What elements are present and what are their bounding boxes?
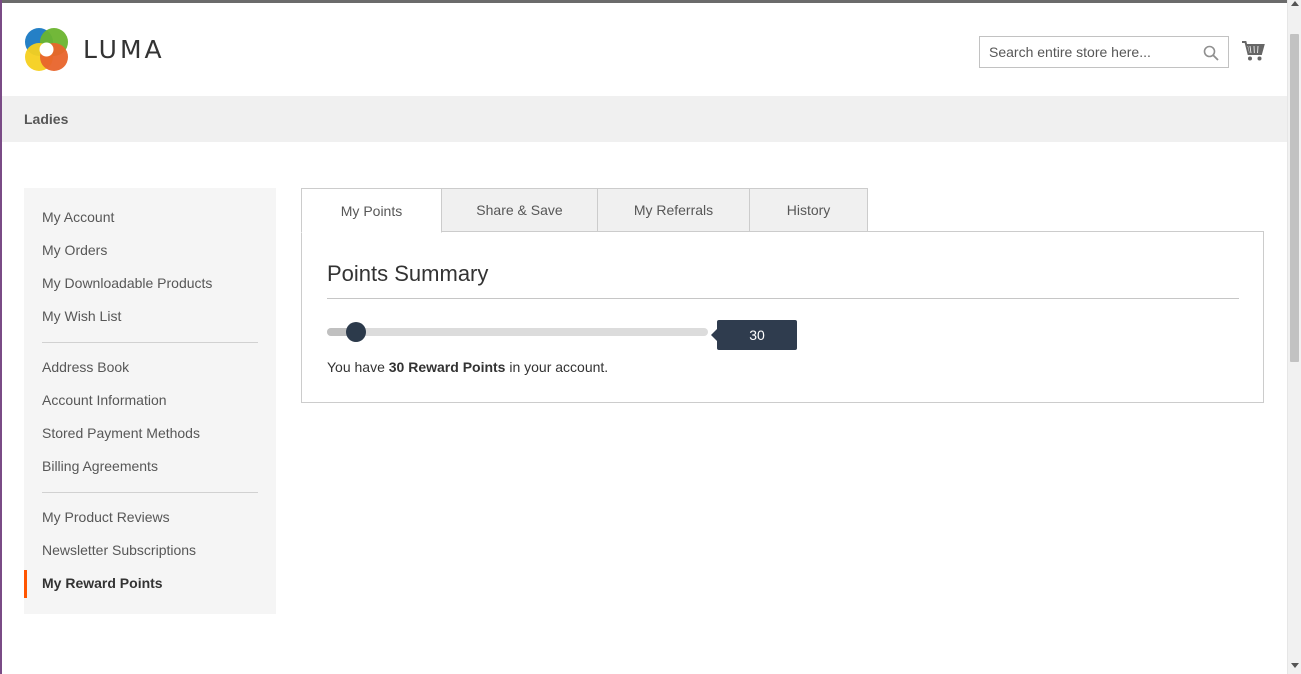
sidebar-item-my-orders[interactable]: My Orders bbox=[42, 242, 107, 258]
sidebar-item-wish-list[interactable]: My Wish List bbox=[42, 308, 121, 324]
points-summary-title: Points Summary bbox=[327, 261, 489, 286]
sidebar-item-stored-payment-methods[interactable]: Stored Payment Methods bbox=[42, 425, 200, 441]
points-slider-track[interactable] bbox=[327, 328, 708, 336]
tab-my-referrals[interactable]: My Referrals bbox=[597, 188, 750, 232]
search-icon[interactable] bbox=[1203, 45, 1219, 61]
sidebar-item-address-book[interactable]: Address Book bbox=[42, 359, 129, 375]
title-divider bbox=[327, 298, 1239, 299]
points-slider-handle[interactable] bbox=[346, 322, 366, 342]
points-amount: 30 Reward Points bbox=[388, 359, 506, 375]
search-box[interactable] bbox=[979, 36, 1229, 68]
sidebar-active-indicator bbox=[24, 570, 27, 598]
points-text-suffix: in your account. bbox=[505, 359, 609, 375]
sidebar-item-product-reviews[interactable]: My Product Reviews bbox=[42, 509, 170, 525]
search-input[interactable] bbox=[980, 37, 1190, 67]
brand-name: LUMA bbox=[83, 35, 165, 64]
sidebar-item-newsletter-subscriptions[interactable]: Newsletter Subscriptions bbox=[42, 542, 196, 558]
luma-logo-icon bbox=[24, 27, 69, 72]
points-balance-text: You have 30 Reward Points in your accoun… bbox=[327, 359, 608, 375]
scroll-up-arrow-icon[interactable] bbox=[1291, 1, 1299, 6]
store-logo[interactable]: LUMA bbox=[24, 27, 165, 72]
nav-item-ladies[interactable]: Ladies bbox=[24, 111, 68, 127]
points-value-bubble: 30 bbox=[711, 320, 797, 350]
cart-icon[interactable] bbox=[1241, 40, 1265, 62]
tab-my-points[interactable]: My Points bbox=[301, 188, 442, 233]
top-navigation: Ladies bbox=[2, 96, 1287, 142]
sidebar-item-billing-agreements[interactable]: Billing Agreements bbox=[42, 458, 158, 474]
page-scrollbar[interactable] bbox=[1287, 0, 1301, 674]
page-header: LUMA bbox=[2, 3, 1287, 96]
scrollbar-thumb[interactable] bbox=[1290, 34, 1299, 362]
sidebar-item-account-information[interactable]: Account Information bbox=[42, 392, 167, 408]
sidebar-item-reward-points[interactable]: My Reward Points bbox=[42, 575, 163, 591]
sidebar-item-my-account[interactable]: My Account bbox=[42, 209, 114, 225]
tab-history[interactable]: History bbox=[749, 188, 868, 232]
sidebar-item-downloadable-products[interactable]: My Downloadable Products bbox=[42, 275, 212, 291]
account-sidebar: My Account My Orders My Downloadable Pro… bbox=[24, 188, 276, 614]
scroll-down-arrow-icon[interactable] bbox=[1291, 663, 1299, 668]
sidebar-divider bbox=[42, 342, 258, 343]
sidebar-divider bbox=[42, 492, 258, 493]
points-summary-panel: Points Summary 30 You have 30 Reward Poi… bbox=[301, 231, 1264, 403]
tab-share-and-save[interactable]: Share & Save bbox=[441, 188, 598, 232]
points-text-prefix: You have bbox=[327, 359, 389, 375]
